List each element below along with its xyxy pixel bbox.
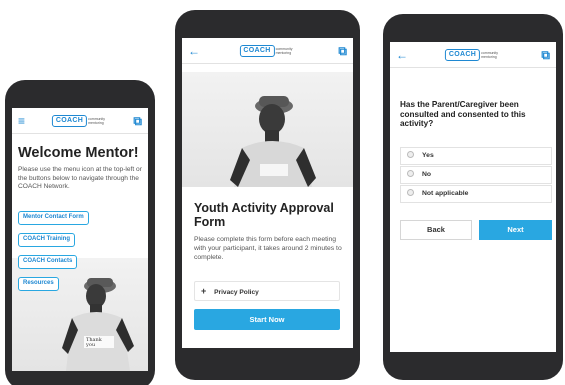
- question-screen: ← COACH community mentoring ⧉ Has the Pa…: [390, 42, 556, 352]
- share-icon[interactable]: ⧉: [541, 49, 550, 61]
- option-label: Not applicable: [422, 190, 469, 197]
- back-button[interactable]: Back: [400, 220, 472, 240]
- next-button[interactable]: Next: [479, 220, 552, 240]
- coach-logo: COACH community mentoring: [239, 43, 295, 58]
- radio-icon[interactable]: [407, 169, 414, 177]
- form-description: Please complete this form before each me…: [194, 236, 342, 262]
- share-icon[interactable]: ⧉: [338, 45, 347, 57]
- radio-icon[interactable]: [407, 188, 414, 196]
- logo-subtitle: community mentoring: [275, 46, 293, 55]
- mentor-contact-form-button[interactable]: Mentor Contact Form: [18, 211, 89, 225]
- shirt-text: Thank you: [86, 337, 102, 348]
- logo-text: COACH: [239, 44, 275, 57]
- option-label: No: [422, 171, 432, 178]
- back-arrow-icon[interactable]: ←: [188, 45, 200, 57]
- phone-welcome: ≡ COACH community mentoring ⧉ Thank you …: [5, 80, 155, 385]
- privacy-policy-toggle[interactable]: + Privacy Policy: [194, 281, 340, 301]
- resources-button[interactable]: Resources: [18, 277, 59, 291]
- top-bar: ← COACH community mentoring ⧉: [182, 38, 353, 64]
- top-bar: ← COACH community mentoring ⧉: [390, 42, 556, 68]
- logo-text: COACH: [444, 48, 481, 61]
- top-bar: ≡ COACH community mentoring ⧉: [12, 108, 148, 134]
- logo-subtitle: community mentoring: [481, 50, 499, 59]
- radio-icon[interactable]: [407, 150, 414, 158]
- privacy-label: Privacy Policy: [214, 289, 259, 296]
- welcome-screen: ≡ COACH community mentoring ⧉ Thank you …: [12, 108, 148, 371]
- menu-icon[interactable]: ≡: [18, 115, 25, 127]
- option-not-applicable[interactable]: Not applicable: [400, 185, 552, 203]
- option-no[interactable]: No: [400, 166, 552, 184]
- coach-training-button[interactable]: COACH Training: [18, 233, 76, 247]
- hero-photo: [182, 72, 353, 187]
- welcome-intro: Please use the menu icon at the top-left…: [18, 166, 142, 191]
- back-arrow-icon[interactable]: ←: [396, 49, 408, 61]
- question-text: Has the Parent/Caregiver been consulted …: [400, 100, 526, 129]
- plus-icon: +: [201, 286, 207, 296]
- logo-subtitle: community mentoring: [88, 116, 106, 125]
- option-label: Yes: [422, 152, 434, 159]
- start-now-button[interactable]: Start Now: [194, 309, 340, 330]
- coach-logo: COACH community mentoring: [51, 113, 108, 128]
- phone-form: ← COACH community mentoring ⧉ Youth Acti…: [175, 10, 360, 380]
- form-title: Youth Activity Approval Form: [194, 201, 334, 229]
- form-screen: ← COACH community mentoring ⧉ Youth Acti…: [182, 38, 353, 348]
- mentor-photo: Thank you: [12, 258, 148, 371]
- coach-logo: COACH community mentoring: [444, 47, 501, 62]
- logo-text: COACH: [51, 114, 88, 127]
- page-title: Welcome Mentor!: [18, 145, 139, 161]
- coach-contacts-button[interactable]: COACH Contacts: [18, 255, 78, 269]
- share-icon[interactable]: ⧉: [133, 115, 142, 127]
- option-yes[interactable]: Yes: [400, 147, 552, 165]
- phone-question: ← COACH community mentoring ⧉ Has the Pa…: [383, 14, 563, 380]
